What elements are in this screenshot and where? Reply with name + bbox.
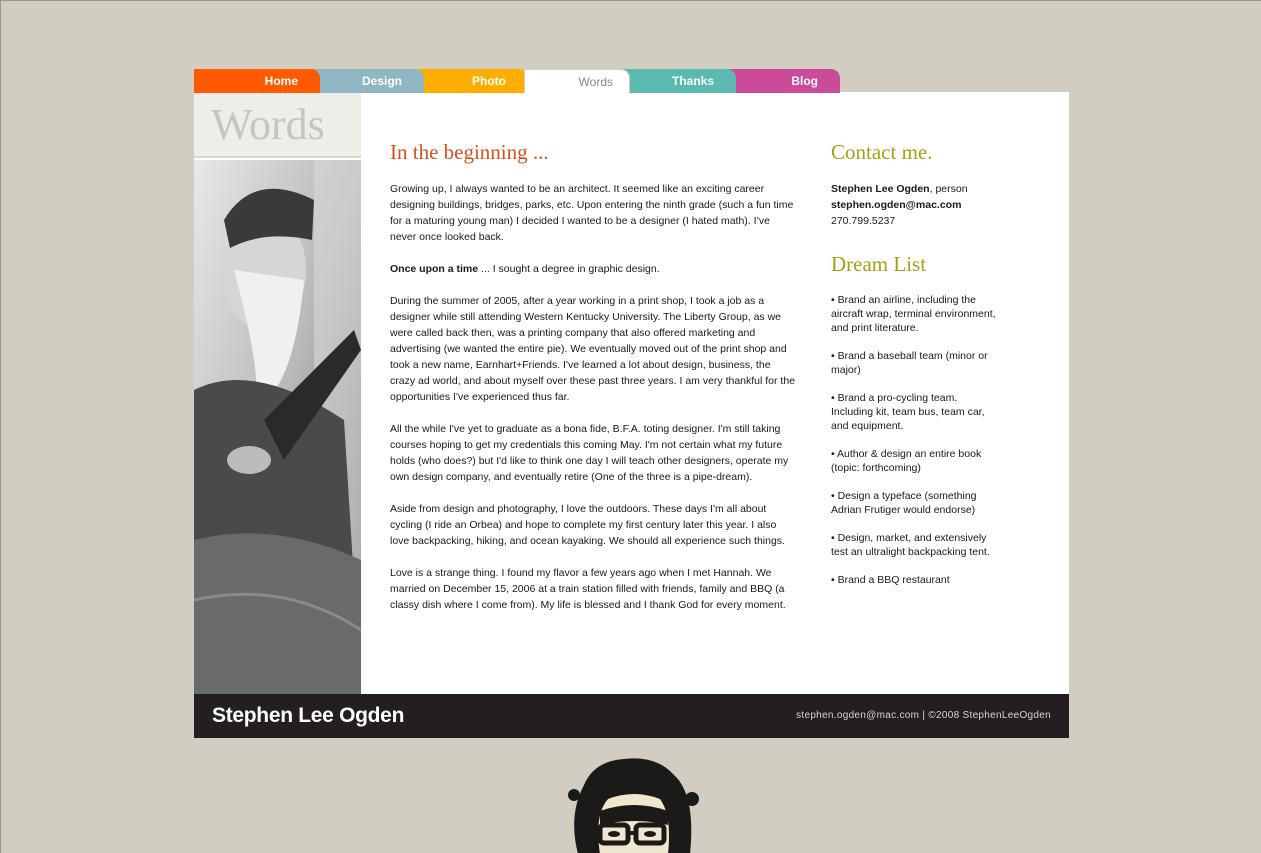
- dream-list: • Brand an airline, including the aircra…: [831, 293, 1001, 587]
- tab-words[interactable]: Words: [524, 69, 630, 93]
- paragraph-3: During the summer of 2005, after a year …: [390, 295, 796, 403]
- avatar-illustration: [564, 755, 702, 853]
- section-title: Words: [194, 92, 361, 158]
- contact-role: , person: [929, 183, 968, 195]
- list-item: • Brand a pro-cycling team. Including ki…: [831, 392, 985, 432]
- list-item: • Brand an airline, including the aircra…: [831, 294, 996, 334]
- contact-email-text[interactable]: stephen.ogden@mac.com: [831, 199, 961, 211]
- list-item: • Author & design an entire book (topic:…: [831, 448, 982, 474]
- footer-email-link[interactable]: stephen.ogden@mac.com: [796, 710, 919, 721]
- paragraph-1: Growing up, I always wanted to be an arc…: [390, 183, 794, 243]
- aside: Contact me. Stephen Lee Ogden, person st…: [831, 140, 1001, 601]
- footer-name: Stephen Lee Ogden: [212, 704, 405, 727]
- list-item: • Design, market, and extensively test a…: [831, 532, 990, 558]
- contact-email[interactable]: stephen.ogden@mac.com: [831, 197, 1001, 213]
- contact-name: Stephen Lee Ogden: [831, 183, 930, 195]
- list-item: • Brand a BBQ restaurant: [831, 574, 950, 586]
- footer-links: stephen.ogden@mac.com | ©2008 StephenLee…: [796, 710, 1051, 721]
- content-panel: Words In the beginning ... Growing up, I…: [194, 92, 1069, 694]
- contact-phone: 270.799.5237: [831, 215, 896, 227]
- footer-separator: |: [919, 710, 929, 721]
- paragraph-2: Once upon a time ... I sought a degree i…: [390, 261, 796, 277]
- paragraph-4: All the while I've yet to graduate as a …: [390, 423, 789, 483]
- contact-block: Stephen Lee Ogden, person stephen.ogden@…: [831, 181, 1001, 229]
- guitarist-photo: [194, 160, 361, 694]
- footer: Stephen Lee Ogden stephen.ogden@mac.com …: [194, 694, 1069, 738]
- sidebar: Words: [194, 92, 361, 694]
- tab-home[interactable]: Home: [194, 69, 320, 93]
- contact-line: Stephen Lee Ogden, person: [831, 181, 1001, 197]
- list-item: • Design a typeface (something Adrian Fr…: [831, 490, 977, 516]
- paragraph-6: Love is a strange thing. I found my flav…: [390, 567, 786, 611]
- main-nav: Home Design Photo Words Thanks Blog: [194, 69, 840, 93]
- main-content: In the beginning ... Growing up, I alway…: [390, 140, 796, 629]
- footer-copyright: ©2008 StephenLeeOgden: [928, 710, 1051, 721]
- paragraph-2-lead: Once upon a time: [390, 263, 479, 275]
- main-heading: In the beginning ...: [390, 140, 549, 164]
- dream-list-heading: Dream List: [831, 252, 927, 276]
- list-item: • Brand a baseball team (minor or major): [831, 350, 988, 376]
- paragraph-5: Aside from design and photography, I lov…: [390, 503, 785, 547]
- contact-heading: Contact me.: [831, 140, 933, 164]
- paragraph-2-rest: ... I sought a degree in graphic design.: [478, 263, 660, 275]
